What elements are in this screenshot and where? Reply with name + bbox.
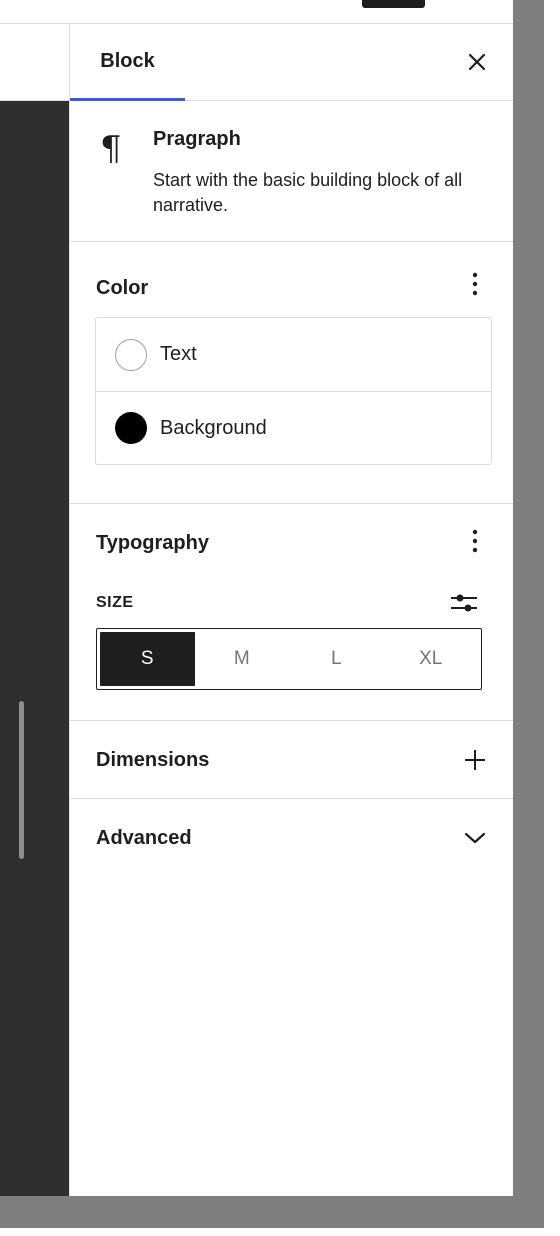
plus-icon [465, 750, 485, 770]
color-item-label: Background [160, 416, 267, 439]
color-section: Color Text Background [70, 242, 513, 504]
top-toolbar [0, 0, 513, 24]
editor-canvas [0, 101, 69, 1196]
settings-sliders-icon [451, 594, 477, 612]
advanced-section[interactable]: Advanced [70, 799, 513, 877]
advanced-section-title: Advanced [96, 827, 192, 849]
modal-overlay-right [513, 0, 544, 1228]
size-option-xl[interactable]: XL [384, 632, 479, 686]
chevron-down-icon [464, 832, 486, 844]
modal-overlay-bottom [0, 1196, 544, 1228]
typography-section-title: Typography [96, 532, 209, 554]
panel-tab-bar: Block [70, 24, 513, 101]
color-item-label: Text [160, 343, 197, 365]
scrollbar-handle[interactable] [19, 701, 24, 859]
more-vertical-icon [472, 272, 478, 296]
toolbar-button[interactable] [362, 0, 425, 8]
color-item-background[interactable]: Background [96, 391, 491, 464]
dimensions-section[interactable]: Dimensions [70, 721, 513, 799]
color-list: Text Background [95, 317, 492, 465]
block-title: Pragraph [153, 128, 241, 150]
color-options-button[interactable] [463, 269, 487, 299]
typography-options-button[interactable] [463, 526, 487, 556]
block-description: Start with the basic building block of a… [153, 170, 463, 215]
editor-header-area [0, 24, 69, 101]
color-item-text[interactable]: Text [96, 318, 491, 391]
close-icon [468, 53, 486, 71]
size-option-m[interactable]: M [195, 632, 290, 686]
more-vertical-icon [472, 529, 478, 553]
advanced-toggle-button[interactable] [463, 823, 487, 853]
typography-section: Typography SIZE S M L XL [70, 504, 513, 721]
font-size-toggle-group: S M L XL [96, 628, 482, 690]
text-color-swatch [115, 338, 147, 371]
block-card: ¶ Pragraph Start with the basic building… [70, 101, 513, 242]
size-settings-button[interactable] [449, 590, 479, 616]
paragraph-icon: ¶ [100, 129, 122, 169]
close-button[interactable] [463, 48, 491, 76]
color-section-title: Color [96, 277, 149, 299]
size-label: SIZE [96, 594, 134, 611]
size-option-s[interactable]: S [100, 632, 195, 686]
background-color-swatch [115, 412, 147, 444]
block-settings-panel: Block ¶ Pragraph Start with the basic bu… [69, 24, 513, 1196]
dimensions-add-button[interactable] [463, 745, 487, 775]
size-option-l[interactable]: L [289, 632, 384, 686]
dimensions-section-title: Dimensions [96, 749, 210, 771]
tab-block[interactable]: Block [70, 24, 185, 101]
